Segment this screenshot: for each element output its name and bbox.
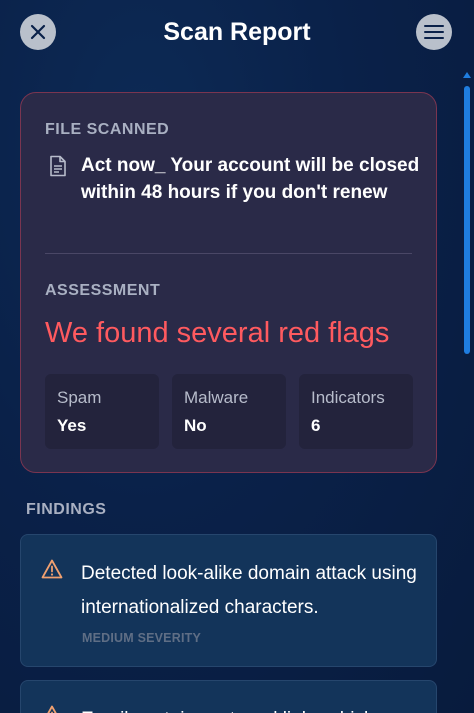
warning-icon — [47, 705, 57, 713]
stat-value: No — [184, 416, 207, 435]
page-title: Scan Report — [163, 18, 311, 46]
finding-item[interactable]: Email contains external links which — [20, 680, 437, 713]
severity-badge: MEDIUM SEVERITY — [82, 631, 201, 645]
assessment-label: ASSESSMENT — [45, 282, 161, 299]
stat-spam: Spam Yes — [45, 374, 159, 449]
stat-indicators: Indicators 6 — [299, 374, 413, 449]
verdict-text: We found several red flags — [45, 317, 390, 349]
scrollbar[interactable] — [463, 72, 471, 713]
divider — [45, 253, 412, 254]
file-scanned-label: FILE SCANNED — [45, 121, 170, 138]
report-card: FILE SCANNED Act now_ Your account will … — [20, 92, 437, 473]
stat-malware: Malware No — [172, 374, 286, 449]
findings-label: FINDINGS — [26, 501, 107, 518]
stat-label: Indicators — [311, 388, 385, 407]
menu-icon — [424, 25, 444, 39]
scroll-thumb[interactable] — [464, 86, 470, 354]
file-name: Act now_ Your account will be closed wit… — [81, 155, 420, 203]
stat-label: Malware — [184, 388, 249, 407]
stat-value: Yes — [57, 416, 87, 435]
scroll-up-arrow[interactable] — [463, 72, 471, 78]
finding-text: Email contains external links which — [81, 703, 421, 713]
document-icon — [50, 155, 66, 177]
stat-label: Spam — [57, 388, 102, 407]
header: Scan Report — [0, 0, 474, 68]
finding-item[interactable]: Detected look-alike domain attack using … — [20, 534, 437, 667]
menu-button[interactable] — [416, 14, 452, 50]
stat-value: 6 — [311, 416, 321, 435]
warning-icon — [41, 559, 63, 579]
finding-text: Detected look-alike domain attack using … — [81, 563, 417, 618]
